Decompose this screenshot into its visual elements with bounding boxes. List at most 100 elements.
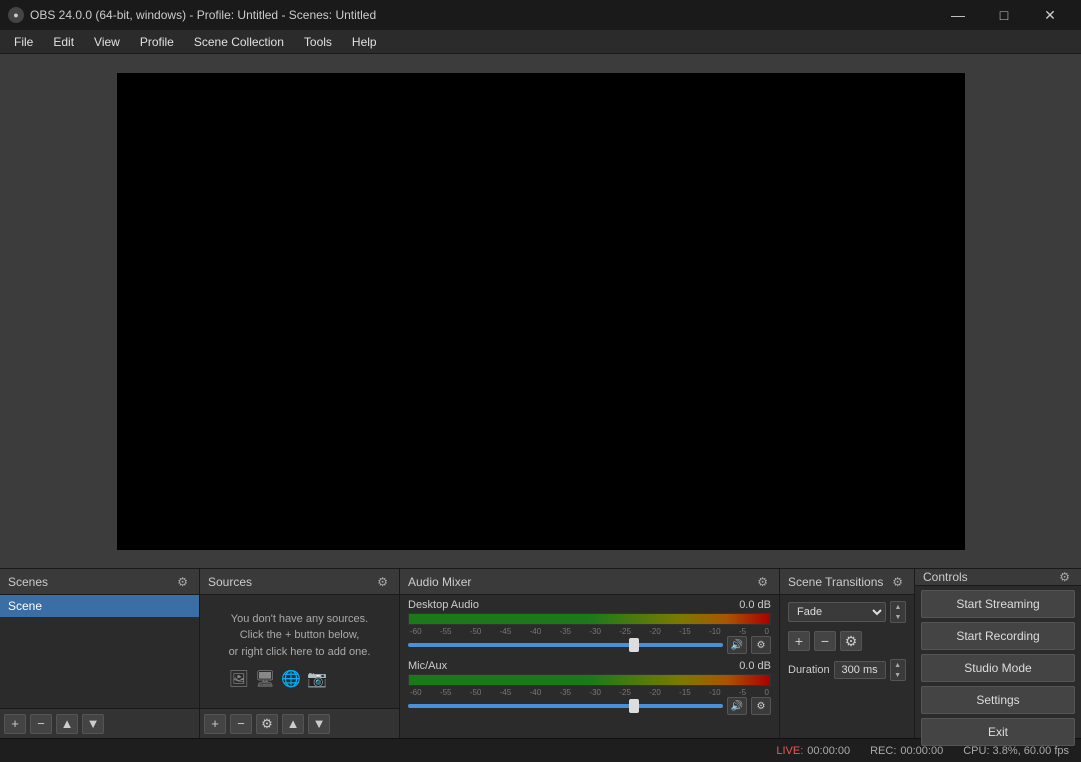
- mic-aux-settings-button[interactable]: ⚙: [751, 697, 771, 715]
- cpu-status: CPU: 3.8%, 60.00 fps: [963, 745, 1069, 757]
- cpu-label: CPU: 3.8%, 60.00 fps: [963, 745, 1069, 757]
- scenes-add-button[interactable]: +: [4, 714, 26, 734]
- scenes-header-icons: ⚙: [174, 574, 191, 590]
- scenes-panel: Scenes ⚙ Scene + − ▲ ▼: [0, 569, 200, 738]
- scenes-label: Scenes: [8, 575, 48, 589]
- transition-spin-button[interactable]: ▲ ▼: [890, 601, 906, 623]
- start-streaming-button[interactable]: Start Streaming: [921, 590, 1075, 618]
- transitions-settings-icon[interactable]: ⚙: [889, 574, 906, 590]
- scenes-up-button[interactable]: ▲: [56, 714, 78, 734]
- duration-spin-down[interactable]: ▼: [891, 670, 905, 680]
- start-recording-button[interactable]: Start Recording: [921, 622, 1075, 650]
- menu-edit[interactable]: Edit: [43, 33, 84, 51]
- desktop-audio-fader[interactable]: [408, 643, 723, 647]
- controls-settings-icon[interactable]: ⚙: [1056, 569, 1073, 585]
- mic-aux-fader[interactable]: [408, 704, 723, 708]
- app-icon: ●: [8, 7, 24, 23]
- desktop-audio-header: Desktop Audio 0.0 dB: [408, 599, 771, 611]
- sources-add-button[interactable]: +: [204, 714, 226, 734]
- sources-settings-button[interactable]: ⚙: [256, 714, 278, 734]
- mic-aux-meter-fill: [409, 675, 770, 685]
- menu-bar: File Edit View Profile Scene Collection …: [0, 30, 1081, 54]
- mic-aux-meter: [408, 674, 771, 686]
- mic-aux-header: Mic/Aux 0.0 dB: [408, 660, 771, 672]
- menu-tools[interactable]: Tools: [294, 33, 342, 51]
- scenes-list: Scene: [0, 595, 199, 708]
- desktop-audio-channel: Desktop Audio 0.0 dB -60-55-50-45-40-35-…: [408, 599, 771, 654]
- menu-scene-collection[interactable]: Scene Collection: [184, 33, 294, 51]
- desktop-audio-fader-row: 🔊 ⚙: [408, 636, 771, 654]
- desktop-audio-mute-button[interactable]: 🔊: [727, 636, 747, 654]
- sources-content[interactable]: You don't have any sources.Click the + b…: [200, 595, 399, 708]
- sources-empty-wrapper: You don't have any sources.Click the + b…: [229, 611, 371, 693]
- sources-down-button[interactable]: ▼: [308, 714, 330, 734]
- scenes-panel-header: Scenes ⚙: [0, 569, 199, 595]
- audio-header-icons: ⚙: [754, 574, 771, 590]
- live-time: 00:00:00: [807, 745, 850, 757]
- rec-time: 00:00:00: [900, 745, 943, 757]
- scenes-remove-button[interactable]: −: [30, 714, 52, 734]
- sources-settings-icon[interactable]: ⚙: [374, 574, 391, 590]
- browser-source-icon: 🌐: [281, 668, 301, 692]
- mic-aux-channel: Mic/Aux 0.0 dB -60-55-50-45-40-35-30-25-…: [408, 660, 771, 715]
- minimize-button[interactable]: —: [935, 0, 981, 30]
- desktop-audio-fader-thumb[interactable]: [629, 638, 639, 652]
- audio-settings-icon[interactable]: ⚙: [754, 574, 771, 590]
- close-button[interactable]: ✕: [1027, 0, 1073, 30]
- mic-aux-fader-thumb[interactable]: [629, 699, 639, 713]
- bottom-panels: Scenes ⚙ Scene + − ▲ ▼ Sources ⚙: [0, 568, 1081, 738]
- duration-input[interactable]: [834, 661, 886, 679]
- menu-file[interactable]: File: [4, 33, 43, 51]
- display-source-icon: 🖥: [255, 668, 275, 692]
- settings-button[interactable]: Settings: [921, 686, 1075, 714]
- audio-mixer-label: Audio Mixer: [408, 575, 471, 589]
- sources-remove-button[interactable]: −: [230, 714, 252, 734]
- controls-header-icons: ⚙: [1056, 569, 1073, 585]
- transition-config-button[interactable]: ⚙: [840, 631, 862, 651]
- audio-mixer-panel: Audio Mixer ⚙ Desktop Audio 0.0 dB: [400, 569, 780, 738]
- menu-profile[interactable]: Profile: [130, 33, 184, 51]
- duration-spin-button[interactable]: ▲ ▼: [890, 659, 906, 681]
- desktop-audio-name: Desktop Audio: [408, 599, 479, 611]
- camera-source-icon: 📷: [307, 668, 327, 692]
- mic-aux-name: Mic/Aux: [408, 660, 447, 672]
- sources-panel-header: Sources ⚙: [200, 569, 399, 595]
- scenes-settings-icon[interactable]: ⚙: [174, 574, 191, 590]
- preview-area: [0, 54, 1081, 568]
- desktop-audio-settings-button[interactable]: ⚙: [751, 636, 771, 654]
- transition-add-button[interactable]: +: [788, 631, 810, 651]
- duration-spin-up[interactable]: ▲: [891, 660, 905, 670]
- sources-icon-row: 🖼 🖥 🌐 📷: [229, 668, 371, 692]
- transition-remove-button[interactable]: −: [814, 631, 836, 651]
- transition-spin-up[interactable]: ▲: [891, 602, 905, 612]
- window-title: OBS 24.0.0 (64-bit, windows) - Profile: …: [30, 8, 376, 22]
- title-bar: ● OBS 24.0.0 (64-bit, windows) - Profile…: [0, 0, 1081, 30]
- mic-aux-fader-row: 🔊 ⚙: [408, 697, 771, 715]
- transition-spin-down[interactable]: ▼: [891, 612, 905, 622]
- title-buttons: — □ ✕: [935, 0, 1073, 30]
- exit-button[interactable]: Exit: [921, 718, 1075, 746]
- desktop-audio-db: 0.0 dB: [739, 599, 771, 611]
- maximize-button[interactable]: □: [981, 0, 1027, 30]
- transitions-label: Scene Transitions: [788, 575, 883, 589]
- studio-mode-button[interactable]: Studio Mode: [921, 654, 1075, 682]
- duration-label: Duration: [788, 664, 830, 676]
- scene-item[interactable]: Scene: [0, 595, 199, 617]
- mic-aux-mute-button[interactable]: 🔊: [727, 697, 747, 715]
- transition-type-select[interactable]: Fade Cut Swipe Slide: [788, 602, 886, 622]
- main-content: Scenes ⚙ Scene + − ▲ ▼ Sources ⚙: [0, 54, 1081, 738]
- mic-aux-ticks: -60-55-50-45-40-35-30-25-20-15-10-50: [408, 688, 771, 697]
- audio-content: Desktop Audio 0.0 dB -60-55-50-45-40-35-…: [400, 595, 779, 738]
- live-status: LIVE: 00:00:00: [776, 745, 850, 757]
- preview-canvas: [117, 73, 965, 550]
- scenes-toolbar: + − ▲ ▼: [0, 708, 199, 738]
- sources-up-button[interactable]: ▲: [282, 714, 304, 734]
- mic-aux-db: 0.0 dB: [739, 660, 771, 672]
- menu-view[interactable]: View: [84, 33, 130, 51]
- controls-panel-header: Controls ⚙: [915, 569, 1081, 586]
- sources-toolbar: + − ⚙ ▲ ▼: [200, 708, 399, 738]
- title-left: ● OBS 24.0.0 (64-bit, windows) - Profile…: [8, 7, 376, 23]
- duration-row: Duration ▲ ▼: [788, 659, 906, 681]
- menu-help[interactable]: Help: [342, 33, 387, 51]
- scenes-down-button[interactable]: ▼: [82, 714, 104, 734]
